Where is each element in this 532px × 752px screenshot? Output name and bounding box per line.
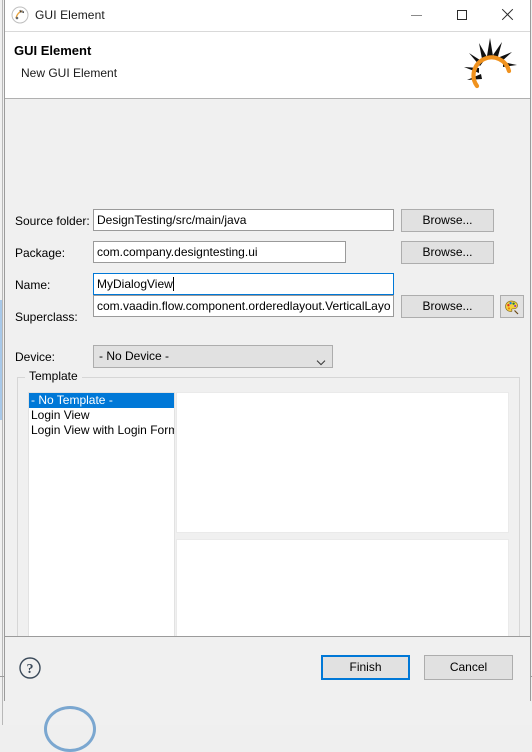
gui-element-icon (11, 6, 29, 24)
svg-text:?: ? (27, 662, 34, 677)
close-button[interactable] (484, 0, 529, 30)
background-decoration-arc (44, 706, 96, 752)
text-caret (172, 277, 174, 291)
minimize-icon (411, 15, 422, 16)
name-input-value: MyDialogView (97, 277, 173, 291)
package-browse-button[interactable]: Browse... (401, 241, 494, 264)
color-palette-button[interactable] (500, 295, 524, 318)
page-title: GUI Element (14, 43, 92, 58)
package-input[interactable]: com.company.designtesting.ui (93, 241, 346, 263)
title-bar: GUI Element (5, 0, 530, 32)
help-question-icon[interactable]: ? (18, 656, 42, 680)
color-palette-icon (505, 300, 519, 314)
background-window-edge (2, 0, 3, 725)
list-item[interactable]: - No Template - (29, 393, 174, 408)
dialog-footer: ? Finish Cancel (5, 636, 530, 702)
superclass-browse-button[interactable]: Browse... (401, 295, 494, 318)
cancel-button[interactable]: Cancel (424, 655, 513, 680)
window-title: GUI Element (35, 8, 105, 22)
superclass-input[interactable]: com.vaadin.flow.component.orderedlayout.… (93, 295, 394, 317)
list-item[interactable]: Login View with Login Form (29, 423, 174, 438)
name-label: Name: (15, 278, 51, 292)
package-label: Package: (15, 246, 66, 260)
finish-button[interactable]: Finish (321, 655, 410, 680)
dialog-body: Source folder: DesignTesting/src/main/ja… (5, 99, 530, 688)
device-selected-value: - No Device - (99, 349, 170, 363)
close-icon (501, 9, 513, 21)
source-folder-browse-button[interactable]: Browse... (401, 209, 494, 232)
device-select[interactable]: - No Device - (93, 345, 333, 368)
template-preview-top (176, 392, 509, 533)
chevron-down-icon (316, 353, 326, 366)
sunrise-logo-icon (457, 34, 523, 94)
source-folder-label: Source folder: (15, 214, 90, 228)
list-item[interactable]: Login View (29, 408, 174, 423)
background-window-accent (0, 300, 2, 420)
source-folder-input[interactable]: DesignTesting/src/main/java (93, 209, 394, 231)
minimize-button[interactable] (394, 0, 439, 30)
name-input[interactable]: MyDialogView (93, 273, 394, 295)
maximize-icon (456, 10, 467, 20)
device-label: Device: (15, 350, 56, 364)
wizard-header: GUI Element New GUI Element (5, 32, 530, 99)
page-subtitle: New GUI Element (21, 66, 118, 80)
template-group-label: Template (25, 369, 82, 383)
superclass-label: Superclass: (15, 310, 78, 324)
maximize-button[interactable] (439, 0, 484, 30)
gui-element-dialog: GUI Element GUI Element New GUI Element (4, 0, 531, 702)
